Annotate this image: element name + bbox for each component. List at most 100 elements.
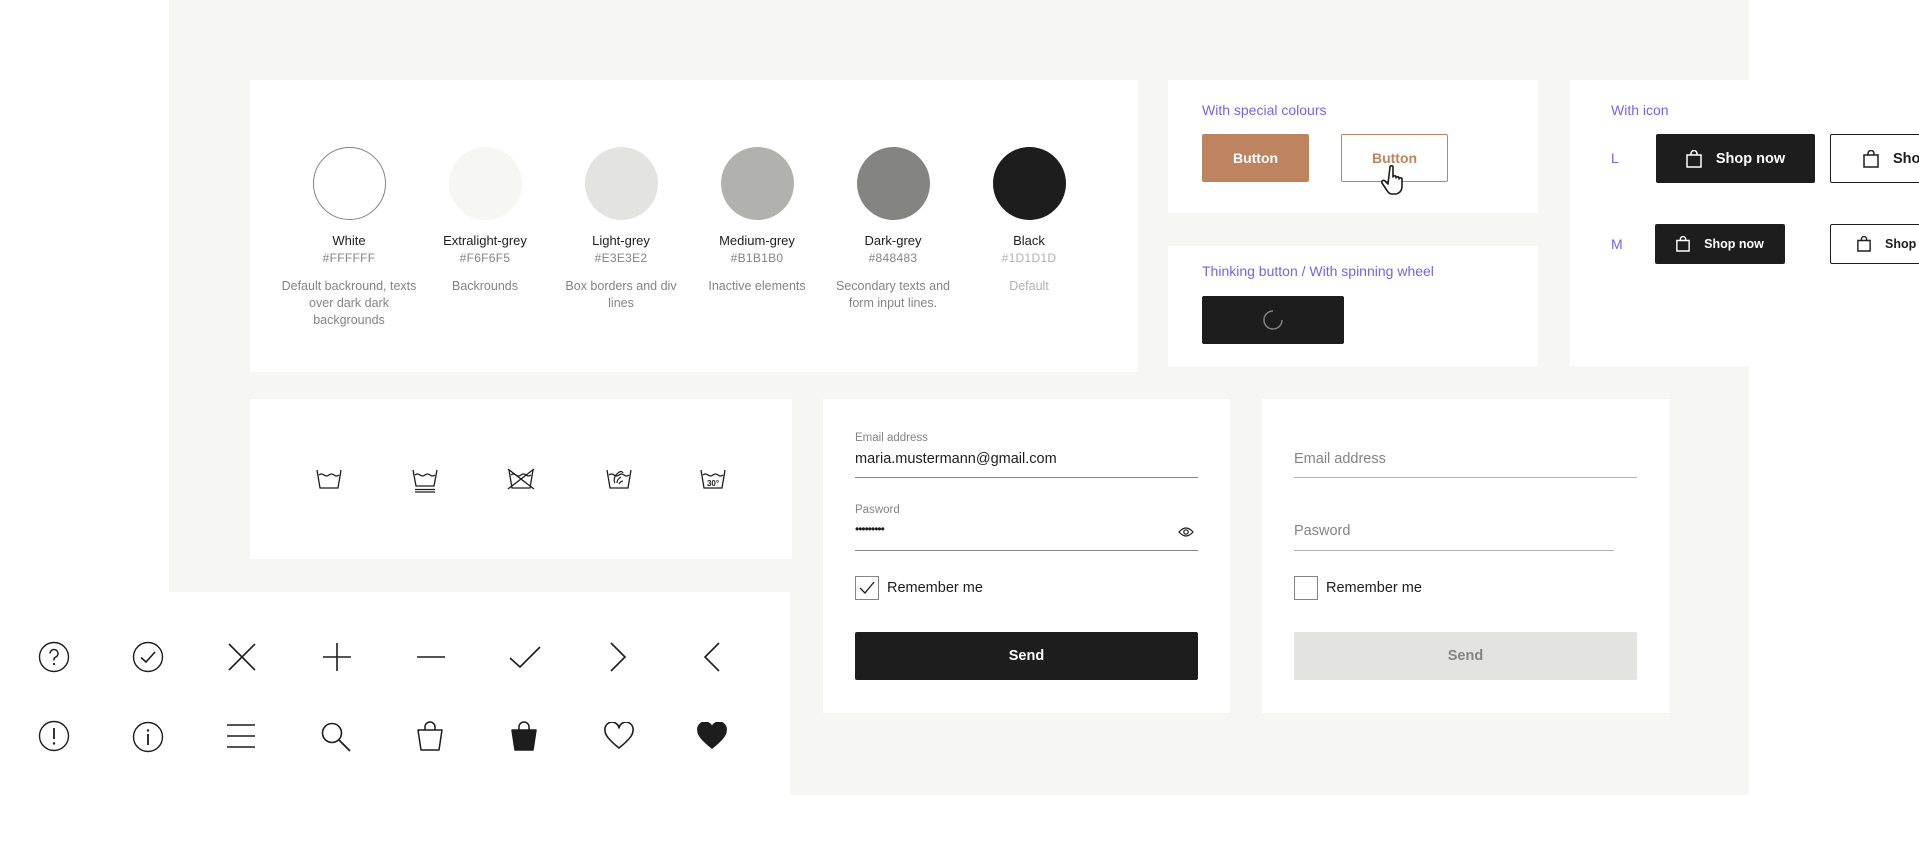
exclamation-icon [38,720,70,752]
swatch-hex: #1D1D1D [1001,251,1057,265]
shop-now-outline-button-large[interactable]: Sho [1830,134,1919,183]
shop-now-button-large[interactable]: Shop now [1656,134,1815,183]
password-field-underline [855,550,1198,551]
search-icon [321,722,351,752]
email-field-label: Email address [855,432,928,444]
send-button-disabled[interactable]: Send [1294,632,1637,680]
with-icon-card: With icon L M [1570,80,1749,366]
with-icon-title: With icon [1611,102,1669,118]
special-colours-title: With special colours [1202,102,1327,118]
menu-icon [227,724,255,748]
heart-filled-icon [697,722,727,749]
email-field[interactable]: maria.mustermann@gmail.com [855,451,1057,467]
bag-icon [1863,149,1879,168]
swatch-circle [584,147,658,220]
button-label: Shop n [1885,237,1919,251]
shop-outline-large-clip: Sho [1830,134,1919,183]
heart-icon [604,722,634,749]
swatch-desc: Default backround, texts over dark dark … [281,279,417,327]
swatch-name: Dark-grey [864,233,922,248]
accent-primary-button[interactable]: Button [1202,134,1309,182]
remember-me-label: Remember me [1326,580,1422,596]
thinking-title: Thinking button / With spinning wheel [1202,263,1434,279]
password-field-label: Pasword [855,504,900,516]
special-colours-card: With special colours Button Button [1168,80,1538,213]
check-circle-icon [132,641,164,673]
swatch-black: Black #1D1D1D Default [959,147,1099,295]
swatch-name: Black [1013,233,1045,248]
bag-icon [1686,149,1702,168]
color-palette-card: White #FFFFFF Default backround, texts o… [250,80,1138,372]
password-field-empty[interactable]: Pasword [1294,523,1350,539]
swatch-hex: #F6F6F5 [459,251,511,265]
size-label-l: L [1611,150,1619,166]
button-label: Button [1232,150,1279,166]
laundry-icons-card: 30° [250,399,792,559]
button-label: Shop now [1715,150,1786,167]
swatch-hex: #FFFFFF [322,251,376,265]
remember-me-checkbox[interactable] [855,576,879,600]
hand-pointer-icon [1381,165,1403,195]
button-label: Send [1008,648,1045,664]
swatch-light-grey: Light-grey #E3E3E2 Box borders and div l… [551,147,691,312]
password-field[interactable]: ••••••••• [855,522,885,536]
thinking-button[interactable] [1202,296,1344,344]
wash-icon [316,469,342,489]
remember-me-label: Remember me [887,580,983,596]
shop-now-button-medium[interactable]: Shop now [1655,224,1785,264]
swatch-dark-grey: Dark-grey #848483 Secondary texts and fo… [823,147,963,312]
swatch-name: Medium-grey [719,233,795,248]
button-label: Shop now [1704,237,1764,251]
email-field-underline [1294,477,1637,478]
hand-wash-icon [606,469,632,489]
swatch-circle [448,147,522,220]
bag-filled-icon [511,721,537,751]
swatch-hex: #848483 [868,251,918,265]
shop-outline-medium-clip: Shop n [1830,224,1919,264]
swatch-medium-grey: Medium-grey #B1B1B0 Inactive elements [687,147,827,295]
bag-icon [417,721,443,751]
wash-temperature-label: 30° [706,479,720,488]
email-field-empty[interactable]: Email address [1294,451,1386,467]
swatch-hex: #B1B1B0 [730,251,784,265]
swatch-white: White #FFFFFF Default backround, texts o… [279,147,419,329]
swatch-circle [992,147,1066,220]
swatch-circle [312,147,386,220]
swatch-desc: Inactive elements [708,279,806,293]
swatch-hex: #E3E3E2 [594,251,648,265]
thinking-button-card: Thinking button / With spinning wheel [1168,246,1538,366]
swatch-name: Extralight-grey [443,233,527,248]
swatch-circle [720,147,794,220]
swatch-desc: Backrounds [451,279,518,293]
login-form-filled-card: Email address maria.mustermann@gmail.com… [823,399,1230,713]
swatch-circle [856,147,930,220]
eye-icon[interactable] [1178,526,1194,538]
swatch-desc: Default [1009,279,1049,293]
info-icon [132,721,164,753]
email-field-underline [855,477,1198,478]
chevron-right-icon [610,642,627,672]
size-label-m: M [1611,236,1623,252]
shop-now-outline-button-medium[interactable]: Shop n [1830,224,1919,264]
password-field-underline [1294,550,1614,551]
do-not-wash-icon [507,468,535,490]
bag-icon [1857,236,1871,252]
minus-icon [417,656,445,658]
question-icon [38,641,70,673]
plus-icon [323,643,351,671]
checkmark-icon [509,646,541,669]
close-icon [228,643,256,671]
send-button[interactable]: Send [855,632,1198,680]
login-form-empty-card: Email address Pasword Remember me Send [1262,399,1669,713]
swatch-name: White [332,233,366,248]
swatch-extralight-grey: Extralight-grey #F6F6F5 Backrounds [415,147,555,295]
button-label: Send [1447,648,1484,664]
bag-icon [1676,236,1690,252]
swatch-name: Light-grey [592,233,650,248]
chevron-left-icon [703,642,720,672]
spinner-icon [1263,310,1283,330]
wash-gentle-icon [412,469,438,493]
remember-me-checkbox-empty[interactable] [1294,576,1318,600]
swatch-desc: Secondary texts and form input lines. [836,279,950,310]
swatch-desc: Box borders and div lines [565,279,677,310]
